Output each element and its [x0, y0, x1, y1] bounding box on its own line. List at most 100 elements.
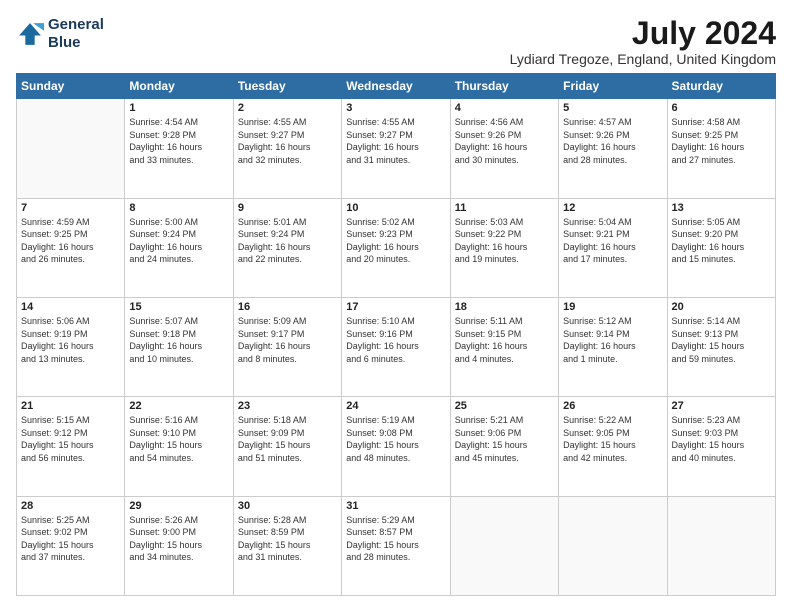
day-info: Sunrise: 5:07 AMSunset: 9:18 PMDaylight:…	[129, 315, 228, 365]
day-info: Sunrise: 5:15 AMSunset: 9:12 PMDaylight:…	[21, 414, 120, 464]
calendar-cell: 28 Sunrise: 5:25 AMSunset: 9:02 PMDayligh…	[17, 496, 125, 595]
day-number: 25	[455, 400, 554, 412]
calendar-cell: 8Sunrise: 5:00 AMSunset: 9:24 PMDaylight…	[125, 198, 233, 297]
day-info: Sunrise: 5:11 AMSunset: 9:15 PMDaylight:…	[455, 315, 554, 365]
calendar-cell	[667, 496, 775, 595]
day-number: 26	[563, 400, 662, 412]
calendar-week-1: 1 Sunrise: 4:54 AMSunset: 9:28 PMDaylight…	[17, 99, 776, 198]
day-info: Sunrise: 4:55 AMSunset: 9:27 PMDaylight:…	[346, 116, 445, 166]
day-info: Sunrise: 5:25 AMSunset: 9:02 PMDaylight:…	[21, 514, 120, 564]
calendar-cell: 19 Sunrise: 5:12 AMSunset: 9:14 PMDayligh…	[559, 297, 667, 396]
calendar-cell: 5Sunrise: 4:57 AMSunset: 9:26 PMDaylight…	[559, 99, 667, 198]
calendar-cell: 30Sunrise: 5:28 AMSunset: 8:59 PMDayligh…	[233, 496, 341, 595]
calendar-cell: 21 Sunrise: 5:15 AMSunset: 9:12 PMDayligh…	[17, 397, 125, 496]
calendar-cell: 12Sunrise: 5:04 AMSunset: 9:21 PMDayligh…	[559, 198, 667, 297]
calendar-cell: 11 Sunrise: 5:03 AMSunset: 9:22 PMDayligh…	[450, 198, 558, 297]
day-number: 4	[455, 102, 554, 114]
day-info: Sunrise: 5:02 AMSunset: 9:23 PMDaylight:…	[346, 216, 445, 266]
day-number: 22	[129, 400, 228, 412]
logo-line1: General	[48, 16, 104, 34]
day-info: Sunrise: 5:00 AMSunset: 9:24 PMDaylight:…	[129, 216, 228, 266]
calendar-cell: 14Sunrise: 5:06 AMSunset: 9:19 PMDayligh…	[17, 297, 125, 396]
day-number: 21	[21, 400, 120, 412]
day-number: 30	[238, 500, 337, 512]
day-number: 6	[672, 102, 771, 114]
calendar-cell	[450, 496, 558, 595]
title-section: July 2024 Lydiard Tregoze, England, Unit…	[510, 16, 776, 67]
day-info: Sunrise: 5:05 AMSunset: 9:20 PMDaylight:…	[672, 216, 771, 266]
calendar-cell: 1 Sunrise: 4:54 AMSunset: 9:28 PMDaylight…	[125, 99, 233, 198]
calendar-week-2: 7Sunrise: 4:59 AMSunset: 9:25 PMDaylight…	[17, 198, 776, 297]
day-info: Sunrise: 5:19 AMSunset: 9:08 PMDaylight:…	[346, 414, 445, 464]
calendar-cell: 13 Sunrise: 5:05 AMSunset: 9:20 PMDayligh…	[667, 198, 775, 297]
day-number: 14	[21, 301, 120, 313]
day-number: 9	[238, 202, 337, 214]
calendar-cell	[17, 99, 125, 198]
day-info: Sunrise: 5:18 AMSunset: 9:09 PMDaylight:…	[238, 414, 337, 464]
calendar-header-row: Sunday Monday Tuesday Wednesday Thursday…	[17, 74, 776, 99]
day-info: Sunrise: 4:54 AMSunset: 9:28 PMDaylight:…	[129, 116, 228, 166]
calendar-cell: 29 Sunrise: 5:26 AMSunset: 9:00 PMDayligh…	[125, 496, 233, 595]
calendar-week-4: 21 Sunrise: 5:15 AMSunset: 9:12 PMDayligh…	[17, 397, 776, 496]
calendar-cell: 3 Sunrise: 4:55 AMSunset: 9:27 PMDaylight…	[342, 99, 450, 198]
day-number: 15	[129, 301, 228, 313]
location-title: Lydiard Tregoze, England, United Kingdom	[510, 51, 776, 67]
calendar-table: Sunday Monday Tuesday Wednesday Thursday…	[16, 73, 776, 596]
header-thursday: Thursday	[450, 74, 558, 99]
day-number: 23	[238, 400, 337, 412]
calendar-cell: 22 Sunrise: 5:16 AMSunset: 9:10 PMDayligh…	[125, 397, 233, 496]
header-sunday: Sunday	[17, 74, 125, 99]
day-info: Sunrise: 5:23 AMSunset: 9:03 PMDaylight:…	[672, 414, 771, 464]
calendar-page: General Blue July 2024 Lydiard Tregoze, …	[0, 0, 792, 612]
calendar-cell: 17Sunrise: 5:10 AMSunset: 9:16 PMDayligh…	[342, 297, 450, 396]
calendar-cell: 24 Sunrise: 5:19 AMSunset: 9:08 PMDayligh…	[342, 397, 450, 496]
day-number: 29	[129, 500, 228, 512]
calendar-cell: 9 Sunrise: 5:01 AMSunset: 9:24 PMDaylight…	[233, 198, 341, 297]
day-info: Sunrise: 5:12 AMSunset: 9:14 PMDaylight:…	[563, 315, 662, 365]
day-number: 1	[129, 102, 228, 114]
calendar-cell: 2Sunrise: 4:55 AMSunset: 9:27 PMDaylight…	[233, 99, 341, 198]
calendar-cell: 25Sunrise: 5:21 AMSunset: 9:06 PMDayligh…	[450, 397, 558, 496]
day-info: Sunrise: 5:03 AMSunset: 9:22 PMDaylight:…	[455, 216, 554, 266]
logo-text: General Blue	[48, 16, 104, 52]
header-saturday: Saturday	[667, 74, 775, 99]
header-tuesday: Tuesday	[233, 74, 341, 99]
day-info: Sunrise: 4:57 AMSunset: 9:26 PMDaylight:…	[563, 116, 662, 166]
calendar-cell: 4 Sunrise: 4:56 AMSunset: 9:26 PMDaylight…	[450, 99, 558, 198]
calendar-week-3: 14Sunrise: 5:06 AMSunset: 9:19 PMDayligh…	[17, 297, 776, 396]
header-friday: Friday	[559, 74, 667, 99]
logo-line2: Blue	[48, 34, 104, 52]
day-number: 16	[238, 301, 337, 313]
calendar-cell	[559, 496, 667, 595]
day-info: Sunrise: 4:56 AMSunset: 9:26 PMDaylight:…	[455, 116, 554, 166]
calendar-cell: 23 Sunrise: 5:18 AMSunset: 9:09 PMDayligh…	[233, 397, 341, 496]
logo-icon	[16, 20, 44, 48]
day-number: 7	[21, 202, 120, 214]
day-info: Sunrise: 5:16 AMSunset: 9:10 PMDaylight:…	[129, 414, 228, 464]
day-info: Sunrise: 5:14 AMSunset: 9:13 PMDaylight:…	[672, 315, 771, 365]
calendar-cell: 31Sunrise: 5:29 AMSunset: 8:57 PMDayligh…	[342, 496, 450, 595]
calendar-cell: 7Sunrise: 4:59 AMSunset: 9:25 PMDaylight…	[17, 198, 125, 297]
day-number: 12	[563, 202, 662, 214]
calendar-cell: 15 Sunrise: 5:07 AMSunset: 9:18 PMDayligh…	[125, 297, 233, 396]
calendar-cell: 10Sunrise: 5:02 AMSunset: 9:23 PMDayligh…	[342, 198, 450, 297]
header-monday: Monday	[125, 74, 233, 99]
day-number: 13	[672, 202, 771, 214]
day-info: Sunrise: 5:22 AMSunset: 9:05 PMDaylight:…	[563, 414, 662, 464]
header-wednesday: Wednesday	[342, 74, 450, 99]
day-number: 3	[346, 102, 445, 114]
day-info: Sunrise: 5:26 AMSunset: 9:00 PMDaylight:…	[129, 514, 228, 564]
logo: General Blue	[16, 16, 104, 52]
calendar-week-5: 28 Sunrise: 5:25 AMSunset: 9:02 PMDayligh…	[17, 496, 776, 595]
calendar-cell: 16 Sunrise: 5:09 AMSunset: 9:17 PMDayligh…	[233, 297, 341, 396]
day-number: 11	[455, 202, 554, 214]
day-number: 19	[563, 301, 662, 313]
day-number: 28	[21, 500, 120, 512]
day-info: Sunrise: 4:58 AMSunset: 9:25 PMDaylight:…	[672, 116, 771, 166]
day-info: Sunrise: 4:55 AMSunset: 9:27 PMDaylight:…	[238, 116, 337, 166]
day-info: Sunrise: 5:09 AMSunset: 9:17 PMDaylight:…	[238, 315, 337, 365]
day-number: 24	[346, 400, 445, 412]
day-number: 27	[672, 400, 771, 412]
day-info: Sunrise: 5:10 AMSunset: 9:16 PMDaylight:…	[346, 315, 445, 365]
day-info: Sunrise: 5:01 AMSunset: 9:24 PMDaylight:…	[238, 216, 337, 266]
